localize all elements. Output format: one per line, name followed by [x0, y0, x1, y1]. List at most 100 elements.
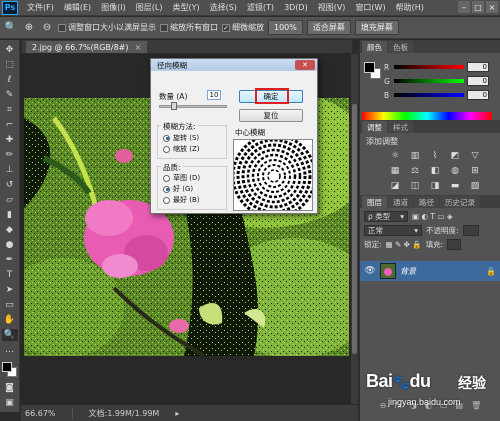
close-document-icon[interactable]: × [135, 43, 142, 52]
b-value[interactable]: 0 [467, 90, 489, 100]
lock-icons[interactable]: ▦ ✎ ✥ 🔒 [386, 240, 422, 249]
eyedropper-tool-icon[interactable]: ⌐ [2, 119, 18, 131]
amount-input[interactable]: 10 [207, 90, 221, 100]
blur-center-preview[interactable] [233, 139, 313, 211]
r-value[interactable]: 0 [467, 62, 489, 72]
healing-brush-icon[interactable]: ✚ [2, 134, 18, 146]
layer-background[interactable]: 👁 背景 🔒 [360, 261, 500, 281]
g-slider[interactable] [394, 79, 464, 83]
r-slider[interactable] [394, 65, 464, 69]
menu-file[interactable]: 文件(F) [22, 2, 59, 13]
menu-view[interactable]: 视图(V) [313, 2, 351, 13]
quality-good-radio[interactable]: 好 (G) [163, 184, 193, 194]
photo-filter-icon[interactable]: ◍ [448, 165, 462, 176]
minimize-button[interactable]: – [458, 1, 470, 13]
zoom-tool-icon[interactable]: 🔍 [4, 21, 18, 35]
scrollbar-thumb[interactable] [352, 104, 357, 354]
menu-window[interactable]: 窗口(W) [350, 2, 390, 13]
lasso-tool-icon[interactable]: ℓ [2, 74, 18, 86]
radio-dot[interactable] [163, 145, 170, 153]
screen-mode-icon[interactable]: ▣ [2, 397, 18, 409]
dodge-tool-icon[interactable]: ● [2, 239, 18, 251]
blur-tool-icon[interactable]: ◆ [2, 224, 18, 236]
zoom-out-icon[interactable]: ⊖ [40, 21, 54, 35]
pen-tool-icon[interactable]: ✒ [2, 254, 18, 266]
tab-paths[interactable]: 路径 [414, 196, 439, 208]
channel-mixer-icon[interactable]: ⊞ [468, 165, 482, 176]
levels-icon[interactable]: ▥ [408, 150, 422, 161]
zoom-level[interactable]: 66.67% [25, 409, 56, 418]
zoom-tool-icon[interactable]: 🔍 [1, 329, 18, 341]
vertical-scrollbar[interactable] [351, 54, 358, 404]
tab-adjustments[interactable]: 调整 [362, 121, 387, 133]
hue-saturation-icon[interactable]: ▦ [388, 165, 402, 176]
menu-filter[interactable]: 滤镜(T) [242, 2, 279, 13]
path-select-icon[interactable]: ➤ [2, 284, 18, 296]
fill-field[interactable] [447, 238, 462, 250]
zoom-in-icon[interactable]: ⊕ [22, 21, 36, 35]
color-panel-swatches[interactable] [364, 62, 382, 80]
dialog-titlebar[interactable]: 径向模糊 ✕ [151, 59, 317, 71]
amount-slider[interactable] [159, 105, 227, 108]
posterize-icon[interactable]: ◫ [408, 180, 422, 191]
exposure-icon[interactable]: ◩ [448, 150, 462, 161]
zoom-100-button[interactable]: 100% [268, 20, 303, 35]
amount-slider-thumb[interactable] [171, 102, 177, 110]
checkbox-checked-box[interactable]: ✓ [222, 23, 230, 32]
reset-button[interactable]: 复位 [239, 109, 303, 122]
status-arrow-icon[interactable]: ▸ [175, 409, 179, 418]
maximize-button[interactable]: □ [472, 1, 484, 13]
resize-windows-checkbox[interactable]: 调整窗口大小以满屏显示 [58, 22, 156, 33]
radio-dot[interactable] [163, 174, 170, 182]
scrubby-zoom-checkbox[interactable]: ✓ 细微缩放 [222, 22, 264, 33]
menu-select[interactable]: 选择(S) [205, 2, 242, 13]
curves-icon[interactable]: ⌇ [428, 150, 442, 161]
menu-3d[interactable]: 3D(D) [279, 3, 313, 12]
gradient-map-icon[interactable]: ▬ [448, 180, 462, 191]
checkbox-box[interactable] [160, 23, 168, 32]
radio-dot[interactable] [163, 185, 170, 193]
radio-dot[interactable] [163, 134, 170, 142]
blend-mode-dropdown[interactable]: 正常 ▾ [364, 224, 422, 236]
tab-layers[interactable]: 图层 [362, 196, 387, 208]
g-value[interactable]: 0 [467, 76, 489, 86]
foreground-color-swatch[interactable] [1, 362, 12, 372]
method-zoom-radio[interactable]: 缩放 (Z) [163, 144, 199, 154]
b-slider[interactable] [394, 93, 464, 97]
shape-tool-icon[interactable]: ▭ [2, 299, 18, 311]
layer-kind-dropdown[interactable]: ρ 类型 ▾ [364, 210, 408, 222]
close-window-button[interactable]: × [486, 1, 498, 13]
tab-channels[interactable]: 通道 [388, 196, 413, 208]
filter-icons[interactable]: ▣ ◐ T ▭ ◈ [412, 212, 453, 221]
menu-edit[interactable]: 编辑(E) [59, 2, 96, 13]
eraser-tool-icon[interactable]: ▱ [2, 194, 18, 206]
more-tools-icon[interactable]: … [2, 344, 18, 356]
fill-screen-button[interactable]: 填充屏幕 [354, 20, 399, 35]
black-white-icon[interactable]: ◧ [428, 165, 442, 176]
move-tool-icon[interactable]: ✥ [2, 44, 18, 56]
document-tab[interactable]: 2.jpg @ 66.7%(RGB/8#) × [26, 41, 148, 53]
menu-image[interactable]: 图像(I) [96, 2, 131, 13]
quality-draft-radio[interactable]: 草图 (D) [163, 173, 200, 183]
hand-tool-icon[interactable]: ✋ [2, 314, 18, 326]
fit-screen-button[interactable]: 适合屏幕 [306, 20, 351, 35]
clone-stamp-icon[interactable]: ⊥ [2, 164, 18, 176]
brightness-icon[interactable]: ☼ [388, 150, 402, 161]
method-spin-radio[interactable]: 旋转 (S) [163, 133, 199, 143]
invert-icon[interactable]: ◪ [388, 180, 402, 191]
menu-type[interactable]: 类型(Y) [167, 2, 204, 13]
brush-tool-icon[interactable]: ✏ [2, 149, 18, 161]
tab-history[interactable]: 历史记录 [440, 196, 480, 208]
quick-mask-icon[interactable]: ◙ [2, 382, 18, 394]
menu-layer[interactable]: 图层(L) [131, 2, 168, 13]
zoom-all-windows-checkbox[interactable]: 缩放所有窗口 [160, 22, 218, 33]
quick-select-tool-icon[interactable]: ✎ [2, 89, 18, 101]
threshold-icon[interactable]: ◨ [428, 180, 442, 191]
menu-help[interactable]: 帮助(H) [391, 2, 429, 13]
crop-tool-icon[interactable]: ⌗ [2, 104, 18, 116]
marquee-tool-icon[interactable]: ⬚ [2, 59, 18, 71]
checkbox-box[interactable] [58, 23, 66, 32]
opacity-field[interactable] [462, 224, 479, 236]
vibrance-icon[interactable]: ▽ [468, 150, 482, 161]
tab-styles[interactable]: 样式 [388, 121, 413, 133]
